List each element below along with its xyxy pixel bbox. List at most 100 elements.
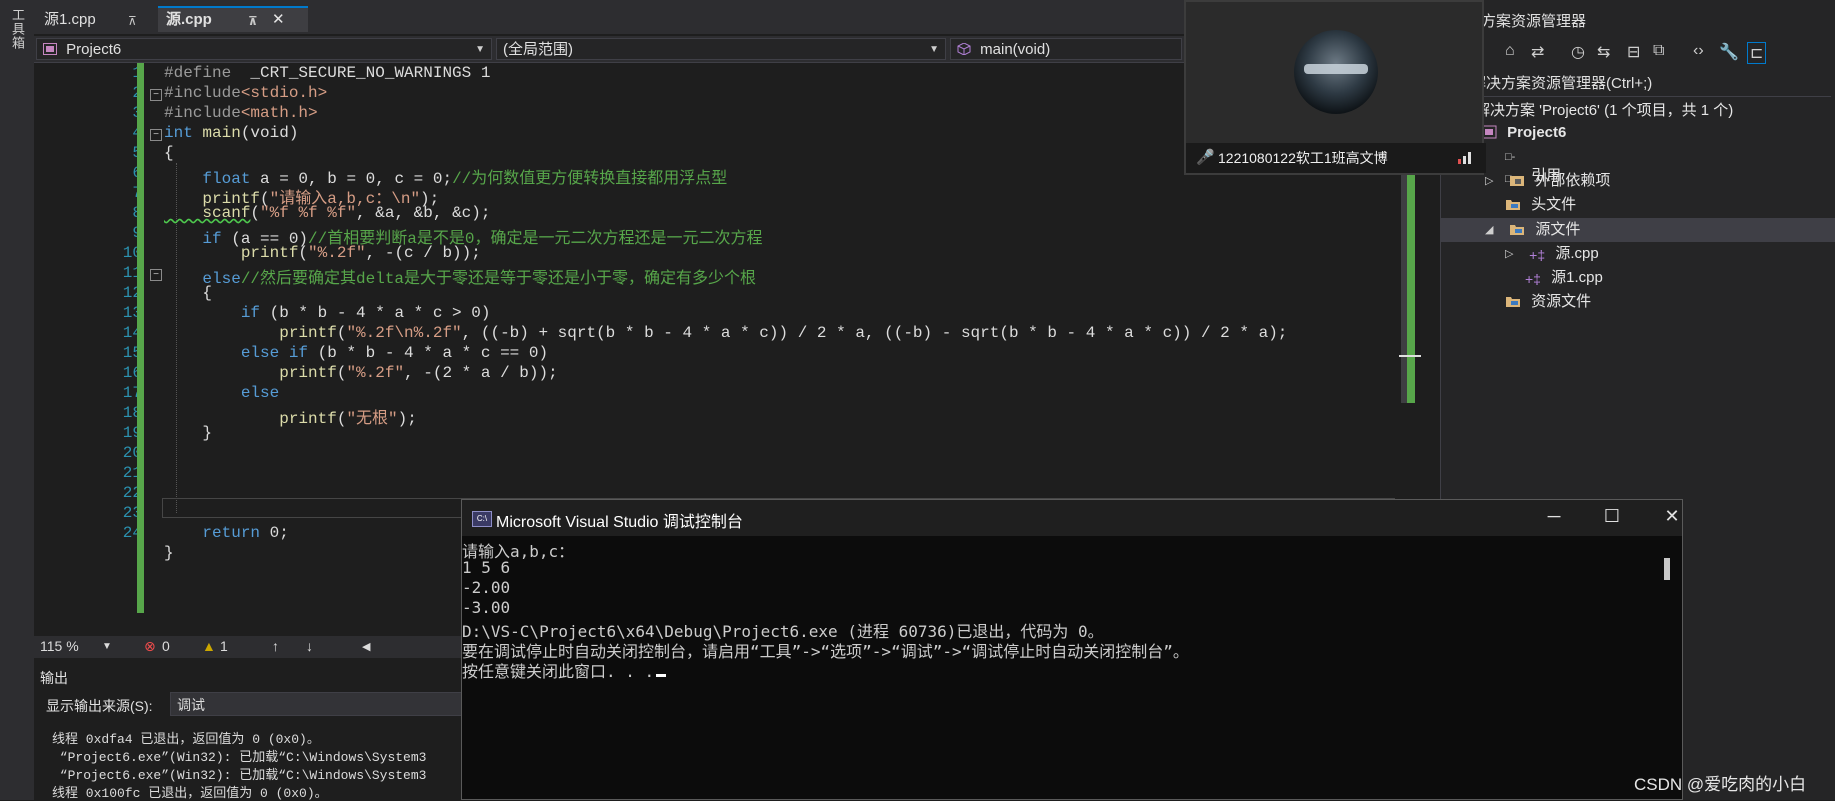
fold-toggle-icon[interactable]: − — [150, 129, 162, 141]
warning-icon[interactable]: ▲ — [202, 638, 216, 654]
collapse-arrow-icon[interactable]: ◢ — [1485, 219, 1493, 241]
fold-toggle-icon[interactable]: − — [150, 269, 162, 281]
tree-item-solution[interactable]: 解决方案 'Project6' (1 个项目，共 1 个) — [1475, 100, 1733, 122]
console-line: -3.00 — [462, 598, 511, 617]
zoom-dropdown[interactable]: 115 % — [40, 638, 79, 654]
sync-icon[interactable]: ⇆ — [1597, 42, 1610, 62]
line-number: 13 — [122, 304, 142, 322]
collapse-all-icon[interactable]: ⊟ — [1627, 42, 1640, 62]
tree-item-label: 源1.cpp — [1551, 269, 1603, 286]
console-title-bar[interactable]: C:\ Microsoft Visual Studio 调试控制台 ─ ☐ ✕ — [462, 500, 1682, 536]
fold-toggle-icon[interactable]: − — [150, 89, 162, 101]
solution-explorer-title: 方案资源管理器 — [1481, 13, 1587, 30]
pin-icon[interactable]: ⊼ — [248, 9, 258, 33]
member-dropdown[interactable]: main(void) — [950, 38, 1182, 60]
properties-wrench-icon[interactable]: 🔧 — [1719, 42, 1739, 62]
member-dropdown-value: main(void) — [980, 41, 1051, 58]
output-line: “Project6.exe”(Win32): 已加载“C:\Windows\Sy… — [52, 750, 427, 765]
code-line-8[interactable]: scanf("%f %f %f", &a, &b, &c); — [164, 204, 490, 222]
output-panel: 输出 显示输出来源(S): 调试 线程 0xdfa4 已退出，返回值为 0 (0… — [34, 662, 474, 801]
microphone-icon[interactable]: 🎤 — [1196, 143, 1215, 173]
tree-item-references[interactable]: □-□ 引用 — [1505, 146, 1561, 185]
code-line-17[interactable]: else — [164, 384, 279, 402]
warning-count[interactable]: 1 — [220, 638, 228, 654]
code-line-15[interactable]: else if (b * b - 4 * a * c == 0) — [164, 344, 548, 362]
line-number: 17 — [122, 384, 142, 402]
scope-dropdown-value: (全局范围) — [503, 41, 573, 58]
output-line: 线程 0x100fc 已退出，返回值为 0 (0x0)。 — [52, 786, 328, 801]
close-icon[interactable]: ✕ — [272, 8, 285, 32]
tab-label: 源.cpp — [166, 11, 212, 28]
tree-item-header-files[interactable]: 头文件 — [1505, 194, 1576, 216]
pin-icon[interactable]: ⊼ — [128, 9, 137, 33]
cube-icon — [957, 43, 971, 55]
tree-item-project[interactable]: Project6 — [1481, 122, 1566, 144]
tree-item-source-files[interactable]: ◢ 源文件 — [1485, 219, 1580, 241]
debug-console-window[interactable]: C:\ Microsoft Visual Studio 调试控制台 ─ ☐ ✕ … — [461, 499, 1683, 800]
tree-item-label: 源.cpp — [1555, 245, 1599, 262]
code-view-icon[interactable]: ‹› — [1693, 42, 1704, 60]
code-line-24[interactable]: } — [164, 544, 174, 562]
line-number: 5 — [74, 144, 142, 162]
line-number: 3 — [74, 104, 142, 122]
code-line-12[interactable]: { — [164, 284, 212, 302]
error-icon[interactable]: ⊗ — [144, 638, 156, 655]
tab-source-cpp[interactable]: 源.cpp ⊼ ✕ — [158, 6, 308, 32]
toolbox-strip[interactable]: 工具箱 — [0, 0, 34, 800]
line-number: 20 — [122, 444, 142, 462]
history-icon[interactable]: ◷ — [1571, 42, 1585, 62]
line-number: 2 — [74, 84, 142, 102]
expand-arrow-icon[interactable]: ▷ — [1505, 243, 1513, 265]
expand-arrow-icon[interactable]: ▷ — [1485, 170, 1493, 192]
tree-item-label: 解决方案 'Project6' (1 个项目，共 1 个) — [1475, 102, 1734, 119]
code-line-11[interactable]: else//然后要确定其delta是大于零还是等于零还是小于零，确定有多少个根 — [164, 264, 756, 288]
solution-explorer-search[interactable]: 解决方案资源管理器(Ctrl+;) — [1471, 72, 1831, 97]
references-icon: □-□ — [1505, 151, 1516, 185]
home-icon[interactable]: ⌂ — [1505, 42, 1515, 60]
line-number: 6 — [74, 164, 142, 182]
code-line-23[interactable]: return 0; — [164, 524, 288, 542]
scope-dropdown[interactable]: (全局范围) ▼ — [496, 38, 946, 60]
line-number: 15 — [122, 344, 142, 362]
editor-tab-bar: 源1.cpp ⊼ 源.cpp ⊼ ✕ — [34, 0, 1184, 34]
code-line-16[interactable]: printf("%.2f", -(2 * a / b)); — [164, 364, 557, 382]
tree-item-source1-cpp[interactable]: +‡ 源1.cpp — [1525, 267, 1603, 289]
output-source-dropdown[interactable]: 调试 — [170, 692, 470, 716]
next-issue-button[interactable]: ↓ — [306, 638, 313, 654]
code-line-10[interactable]: printf("%.2f", -(c / b)); — [164, 244, 481, 262]
watermark: CSDN @爱吃肉的小白 — [1634, 775, 1807, 794]
code-line-19[interactable]: } — [164, 424, 212, 442]
line-number: 14 — [122, 324, 142, 342]
minimize-button[interactable]: ─ — [1532, 506, 1576, 527]
project-dropdown-value: Project6 — [66, 41, 122, 58]
code-line-4[interactable]: int main(void) — [164, 124, 298, 142]
maximize-button[interactable]: ☐ — [1590, 506, 1634, 527]
project-dropdown[interactable]: Project6 ▼ — [36, 38, 492, 60]
code-line-1[interactable]: #define _CRT_SECURE_NO_WARNINGS 1 — [164, 64, 490, 82]
tree-item-resource-files[interactable]: 资源文件 — [1505, 291, 1591, 313]
switch-views-icon[interactable]: ⇄ — [1531, 42, 1544, 62]
close-button[interactable]: ✕ — [1650, 506, 1694, 527]
console-scrollbar-thumb[interactable] — [1664, 558, 1670, 580]
folder-icon — [1506, 200, 1520, 210]
toolbox-label[interactable]: 工具箱 — [8, 8, 27, 50]
navigation-bar: Project6 ▼ (全局范围) ▼ main(void) — [34, 36, 1184, 63]
code-line-14[interactable]: printf("%.2f\n%.2f", ((-b) + sqrt(b * b … — [164, 324, 1287, 342]
preview-selected-icon[interactable]: ⊏ — [1747, 42, 1767, 64]
avatar — [1294, 30, 1378, 114]
code-line-3[interactable]: #include<math.h> — [164, 104, 318, 122]
tree-item-source-cpp[interactable]: ▷ +‡ 源.cpp — [1505, 243, 1599, 265]
scroll-left-button[interactable]: ◀ — [362, 640, 370, 653]
line-number: 9 — [74, 224, 142, 242]
error-count[interactable]: 0 — [162, 638, 170, 654]
chevron-down-icon[interactable]: ▼ — [102, 641, 112, 652]
code-line-2[interactable]: #include<stdio.h> — [164, 84, 327, 102]
tree-item-external-deps[interactable]: ▷ 外部依赖项 — [1485, 170, 1610, 192]
tree-item-label: 资源文件 — [1531, 293, 1592, 310]
previous-issue-button[interactable]: ↑ — [272, 638, 279, 654]
tab-source1-cpp[interactable]: 源1.cpp ⊼ — [36, 8, 162, 32]
code-line-13[interactable]: if (b * b - 4 * a * c > 0) — [164, 304, 491, 322]
tree-item-label: 源文件 — [1535, 221, 1581, 238]
show-all-files-icon[interactable]: ⧉ — [1653, 42, 1664, 60]
code-line-5[interactable]: { — [164, 144, 174, 162]
